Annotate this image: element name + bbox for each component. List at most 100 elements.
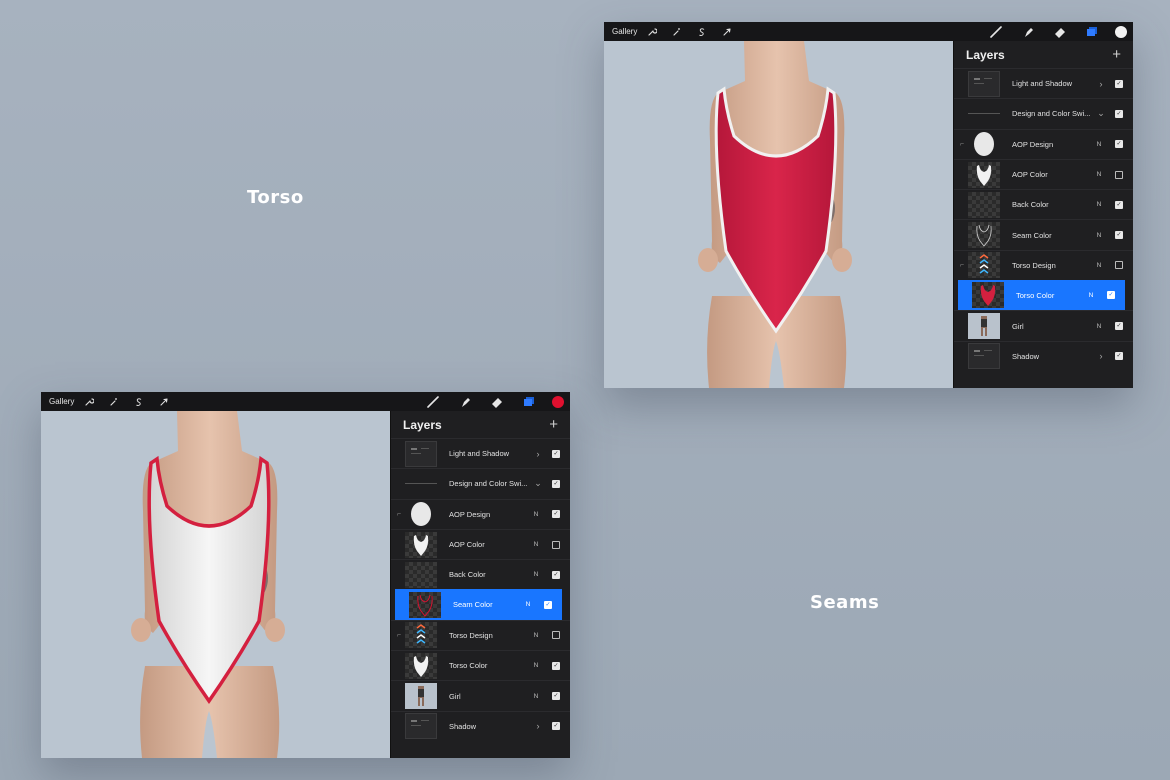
layer-row[interactable]: Girl N ✓: [391, 680, 570, 710]
layer-row[interactable]: ⌐ Torso Design N: [391, 619, 570, 650]
aop-design-thumbnail: [968, 131, 1000, 157]
layer-row[interactable]: Design and Color Swi... ⌄ ✓: [954, 98, 1133, 128]
chevron-right-icon[interactable]: ›: [532, 721, 544, 731]
layer-name: Back Color: [449, 570, 486, 580]
blend-mode-button[interactable]: N: [1093, 171, 1105, 178]
chevron-down-icon[interactable]: ⌄: [1095, 108, 1107, 119]
chevron-down-icon[interactable]: ⌄: [532, 478, 544, 489]
visibility-checkbox[interactable]: ✓: [552, 661, 560, 670]
active-color-swatch[interactable]: [552, 395, 564, 408]
brush-icon[interactable]: [424, 395, 442, 409]
visibility-checkbox[interactable]: ✓: [544, 600, 552, 609]
layer-name: Torso Design: [449, 630, 493, 640]
blend-mode-button[interactable]: N: [1093, 323, 1105, 330]
top-toolbar: Gallery: [604, 22, 1133, 41]
layer-row[interactable]: Light and Shadow › ✓: [391, 438, 570, 468]
layer-row[interactable]: Shadow › ✓: [391, 710, 570, 741]
blend-mode-button[interactable]: N: [1093, 232, 1105, 239]
swimsuit-red-thumbnail: [972, 282, 1004, 309]
eraser-icon[interactable]: [488, 395, 506, 409]
visibility-checkbox[interactable]: ✓: [1115, 352, 1123, 361]
aop-design-thumbnail: [405, 501, 437, 527]
add-layer-button[interactable]: +: [1112, 46, 1121, 63]
layer-row[interactable]: Shadow › ✓: [954, 340, 1133, 371]
visibility-checkbox[interactable]: [1115, 261, 1123, 270]
visibility-checkbox[interactable]: ✓: [1115, 231, 1123, 240]
brush-icon[interactable]: [987, 25, 1005, 39]
layer-name: Back Color: [1012, 200, 1049, 210]
visibility-checkbox[interactable]: ✓: [1115, 109, 1123, 118]
arrow-cursor-icon[interactable]: [157, 395, 171, 409]
visibility-checkbox[interactable]: ✓: [552, 722, 560, 731]
layer-name: AOP Design: [449, 509, 491, 519]
layer-row[interactable]: Torso Color N ✓: [391, 650, 570, 680]
eraser-icon[interactable]: [1051, 25, 1069, 39]
wrench-icon[interactable]: [82, 395, 96, 409]
visibility-checkbox[interactable]: ✓: [1115, 79, 1123, 88]
magic-wand-icon[interactable]: [670, 25, 684, 39]
chevron-right-icon[interactable]: ›: [1095, 351, 1107, 361]
layer-row[interactable]: AOP Color N: [391, 528, 570, 559]
blend-mode-button[interactable]: N: [522, 601, 534, 608]
magic-wand-icon[interactable]: [107, 395, 121, 409]
visibility-checkbox[interactable]: ✓: [1107, 291, 1115, 300]
visibility-checkbox[interactable]: ✓: [552, 570, 560, 579]
layer-row[interactable]: Light and Shadow › ✓: [954, 68, 1133, 98]
selection-s-icon[interactable]: [695, 25, 709, 39]
layers-icon[interactable]: [1083, 25, 1101, 39]
visibility-checkbox[interactable]: [552, 631, 560, 640]
layer-name: Design and Color Swi...: [449, 479, 528, 489]
smudge-icon[interactable]: [456, 395, 474, 409]
visibility-checkbox[interactable]: ✓: [552, 479, 560, 488]
blend-mode-button[interactable]: N: [530, 632, 542, 639]
visibility-checkbox[interactable]: ✓: [552, 449, 560, 458]
chevron-right-icon[interactable]: ›: [532, 449, 544, 459]
visibility-checkbox[interactable]: [1115, 170, 1123, 179]
blend-mode-button[interactable]: N: [530, 662, 542, 669]
blend-mode-button[interactable]: N: [1093, 201, 1105, 208]
layer-row[interactable]: ⌐ Torso Design N: [954, 249, 1133, 280]
visibility-checkbox[interactable]: ✓: [552, 692, 560, 701]
blend-mode-button[interactable]: N: [1085, 292, 1097, 299]
layer-name: Shadow: [449, 721, 477, 731]
layers-icon[interactable]: [520, 395, 538, 409]
visibility-checkbox[interactable]: ✓: [1115, 322, 1123, 331]
model-illustration: [698, 41, 852, 388]
visibility-checkbox[interactable]: ✓: [1115, 140, 1123, 149]
layer-row[interactable]: Seam Color N ✓: [954, 219, 1133, 249]
active-color-swatch[interactable]: [1115, 25, 1127, 38]
gallery-button[interactable]: Gallery: [612, 27, 637, 36]
visibility-checkbox[interactable]: [552, 540, 560, 549]
clipping-mask-indicator: ⌐: [959, 261, 964, 269]
layer-row[interactable]: AOP Color N: [954, 158, 1133, 189]
canvas[interactable]: [41, 411, 390, 758]
layer-row[interactable]: ⌐ AOP Design N ✓: [391, 498, 570, 529]
procreate-window-torso: Gallery Layers + Light and Shadow › ✓ De…: [604, 22, 1133, 388]
blend-mode-button[interactable]: N: [530, 693, 542, 700]
blend-mode-button[interactable]: N: [1093, 262, 1105, 269]
layer-name: Torso Color: [1016, 290, 1055, 300]
smudge-icon[interactable]: [1019, 25, 1037, 39]
canvas[interactable]: [604, 41, 953, 388]
selection-s-icon[interactable]: [132, 395, 146, 409]
layer-row[interactable]: Back Color N ✓: [391, 559, 570, 589]
wrench-icon[interactable]: [645, 25, 659, 39]
blend-mode-button[interactable]: N: [530, 541, 542, 548]
layer-row[interactable]: Torso Color N ✓: [958, 280, 1125, 311]
chevron-right-icon[interactable]: ›: [1095, 79, 1107, 89]
visibility-checkbox[interactable]: ✓: [552, 510, 560, 519]
layer-name: Shadow: [1012, 351, 1040, 361]
group-thumbnail: [405, 440, 437, 467]
layer-row[interactable]: Girl N ✓: [954, 310, 1133, 340]
gallery-button[interactable]: Gallery: [49, 397, 74, 406]
layer-row[interactable]: ⌐ AOP Design N ✓: [954, 128, 1133, 159]
visibility-checkbox[interactable]: ✓: [1115, 200, 1123, 209]
blend-mode-button[interactable]: N: [1093, 141, 1105, 148]
add-layer-button[interactable]: +: [549, 416, 558, 433]
arrow-cursor-icon[interactable]: [720, 25, 734, 39]
layer-row[interactable]: Design and Color Swi... ⌄ ✓: [391, 468, 570, 498]
layer-row[interactable]: Back Color N ✓: [954, 189, 1133, 219]
layer-row[interactable]: Seam Color N ✓: [395, 589, 562, 620]
blend-mode-button[interactable]: N: [530, 511, 542, 518]
blend-mode-button[interactable]: N: [530, 571, 542, 578]
